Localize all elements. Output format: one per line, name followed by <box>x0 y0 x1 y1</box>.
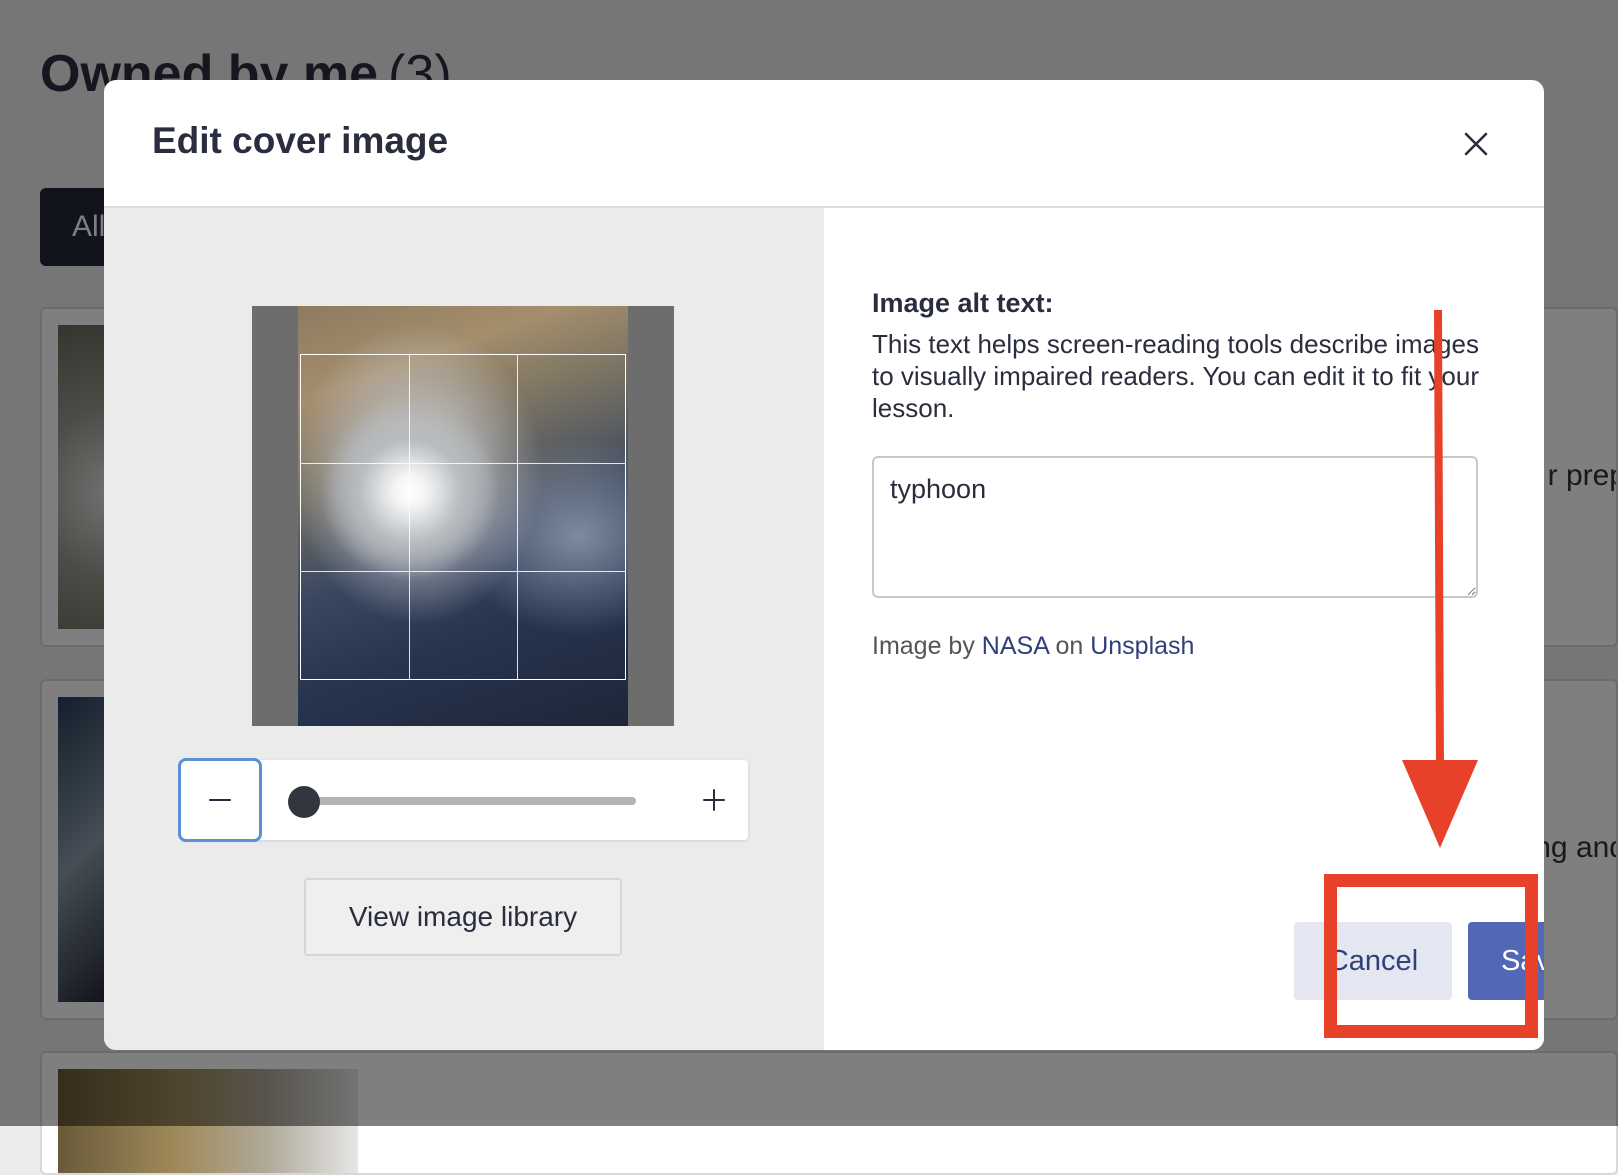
image-crop-area[interactable] <box>252 306 674 726</box>
zoom-slider-track[interactable] <box>292 797 636 805</box>
alt-text-help: This text helps screen-reading tools des… <box>872 329 1479 423</box>
image-editor-pane: View image library <box>104 208 824 1050</box>
close-button[interactable] <box>1456 124 1496 164</box>
close-icon <box>1464 132 1488 156</box>
cancel-button[interactable]: Cancel <box>1294 922 1452 1000</box>
dialog-body: View image library Image alt text: This … <box>104 208 1544 1050</box>
alt-text-pane: Image alt text: This text helps screen-r… <box>824 208 1544 1050</box>
crop-selection[interactable] <box>300 354 626 680</box>
crop-grid-line <box>301 462 625 464</box>
credit-middle: on <box>1055 632 1084 660</box>
alt-text-input[interactable] <box>872 456 1478 598</box>
credit-author-link[interactable]: NASA <box>982 632 1049 660</box>
zoom-slider-thumb[interactable] <box>288 786 320 818</box>
credit-source-link[interactable]: Unsplash <box>1090 632 1194 660</box>
zoom-in-button[interactable] <box>694 780 734 820</box>
dialog-title: Edit cover image <box>152 120 449 161</box>
edit-cover-image-dialog: Edit cover image View image library Imag… <box>104 80 1544 1050</box>
zoom-out-button[interactable] <box>178 758 262 842</box>
zoom-control <box>178 758 748 842</box>
crop-grid-line <box>516 355 518 679</box>
minus-icon <box>209 799 231 801</box>
save-button[interactable]: Save <box>1468 922 1544 1000</box>
plus-icon <box>703 789 725 811</box>
dialog-header: Edit cover image <box>104 80 1544 208</box>
credit-prefix: Image by <box>872 632 975 660</box>
alt-text-label: Image alt text: <box>872 288 1054 318</box>
crop-grid-line <box>408 355 410 679</box>
crop-grid-line <box>301 570 625 572</box>
image-credit: Image by NASA on Unsplash <box>872 632 1194 661</box>
view-image-library-button[interactable]: View image library <box>304 878 622 956</box>
